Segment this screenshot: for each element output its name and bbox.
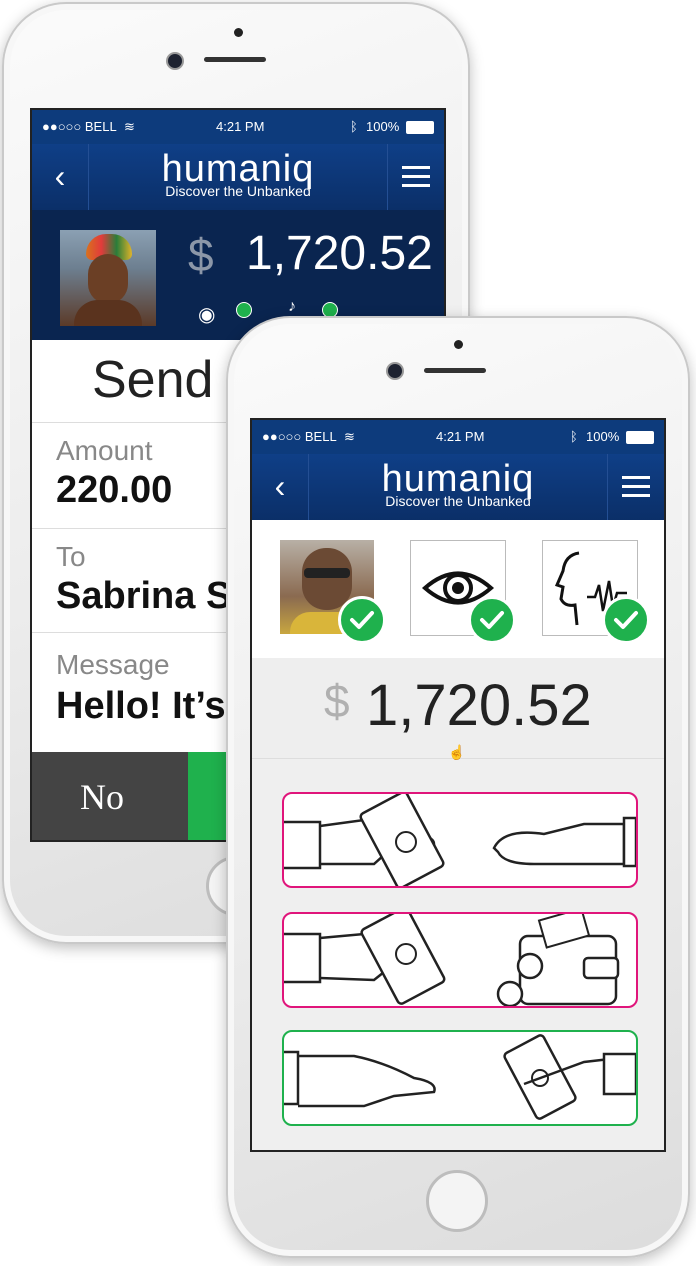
voice-verified-check [602, 596, 650, 644]
bluetooth-icon: ᛒ [570, 429, 578, 444]
clock: 4:21 PM [436, 429, 485, 444]
front-camera-icon [166, 52, 184, 70]
balance-amount: 1,720.52 [366, 673, 592, 738]
send-money-card[interactable] [282, 790, 638, 890]
to-value: Sabrina S [56, 575, 232, 617]
logo-tagline: Discover the Unbanked [165, 183, 311, 199]
to-label: To [56, 541, 86, 572]
send-title: Send [92, 351, 214, 409]
amount-value: 220.00 [56, 469, 173, 511]
battery-icon [626, 431, 654, 444]
wifi-icon: ≋ [344, 429, 355, 444]
humaniq-logo: humaniq Discover the Unbanked [32, 150, 444, 198]
earpiece-speaker [204, 57, 266, 62]
carrier: ●●○○○ BELL [42, 119, 117, 134]
front-screen: ●●○○○ BELL ≋ 4:21 PM ᛒ 100% ‹ humaniq Di… [250, 418, 666, 1152]
humaniq-logo: humaniq Discover the Unbanked [252, 460, 664, 508]
face-verified-check [338, 596, 386, 644]
front-sensor [234, 28, 243, 37]
no-button[interactable]: No [32, 752, 188, 840]
deposit-wallet-icon [284, 906, 620, 1008]
message-label: Message [56, 649, 170, 680]
currency-symbol: $ [188, 229, 214, 281]
battery-text: 100% [366, 119, 400, 134]
status-bar: ●●○○○ BELL ≋ 4:21 PM ᛒ 100% [252, 420, 664, 454]
front-sensor [454, 340, 463, 349]
clock: 4:21 PM [216, 119, 265, 134]
receive-money-icon [284, 1034, 638, 1120]
receive-money-card[interactable] [282, 1030, 638, 1126]
eye-verified-check [236, 302, 252, 318]
nav-bar: ‹ humaniq Discover the Unbanked [32, 144, 444, 210]
home-button[interactable] [426, 1170, 488, 1232]
status-bar: ●●○○○ BELL ≋ 4:21 PM ᛒ 100% [32, 110, 444, 144]
send-money-icon [284, 790, 638, 890]
deposit-wallet-card[interactable] [282, 906, 638, 1008]
logo-tagline: Discover the Unbanked [385, 493, 531, 509]
voice-icon: ♪ [288, 298, 296, 315]
front-phone: ●●○○○ BELL ≋ 4:21 PM ᛒ 100% ‹ humaniq Di… [226, 316, 690, 1258]
balance-amount: 1,720.52 [246, 227, 433, 280]
carrier: ●●○○○ BELL [262, 429, 337, 444]
wifi-icon: ≋ [124, 119, 135, 134]
earpiece-speaker [424, 368, 486, 373]
front-camera-icon [386, 362, 404, 380]
menu-button[interactable] [607, 454, 664, 520]
verification-row [252, 520, 664, 658]
battery-text: 100% [586, 429, 620, 444]
eye-verified-check [468, 596, 516, 644]
avatar [60, 230, 156, 326]
balance-display: $ 1,720.52 ☝ [252, 658, 664, 760]
message-value: Hello! It’s [56, 685, 226, 727]
battery-icon [406, 121, 434, 134]
currency-symbol: $ [324, 675, 350, 727]
touch-indicator-icon: ☝ [448, 744, 466, 760]
amount-label: Amount [56, 435, 153, 466]
nav-bar: ‹ humaniq Discover the Unbanked [252, 454, 664, 520]
eye-icon: ◉ [198, 304, 216, 326]
menu-button[interactable] [387, 144, 444, 210]
bluetooth-icon: ᛒ [350, 119, 358, 134]
